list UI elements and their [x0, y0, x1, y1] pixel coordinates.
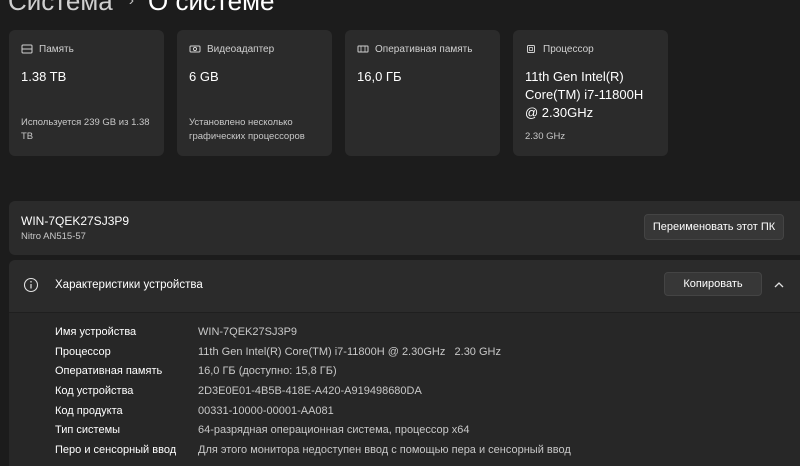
spec-label: Процессор [55, 346, 111, 358]
summary-cards: Память 1.38 TB Используется 239 GB из 1.… [9, 30, 669, 156]
spec-row: Код устройства 2D3E0E01-4B5B-418E-A420-A… [9, 381, 800, 401]
processor-icon [527, 45, 535, 53]
specs-header[interactable]: Характеристики устройства Копировать [9, 260, 800, 313]
rename-pc-button[interactable]: Переименовать этот ПК [644, 214, 784, 240]
storage-card: Память 1.38 TB Используется 239 GB из 1.… [9, 30, 164, 156]
spec-value: WIN-7QEK27SJ3P9 [198, 326, 298, 338]
card-subtext: Используется 239 GB из 1.38 TB [21, 117, 150, 142]
chevron-up-icon[interactable] [772, 278, 786, 292]
card-subtext: Установлено несколько графических процес… [189, 117, 305, 142]
card-value: 11th Gen Intel(R) Core(TM) i7-11800H @ 2… [525, 69, 644, 120]
gpu-card: Видеоадаптер 6 GB Установлено несколько … [177, 30, 332, 156]
info-icon [23, 277, 39, 293]
spec-value: 11th Gen Intel(R) Core(TM) i7-11800H @ 2… [198, 346, 501, 358]
ram-card: Оперативная память 16,0 ГБ [345, 30, 500, 156]
card-subtext: 2.30 GHz [525, 131, 566, 142]
spec-label: Перо и сенсорный ввод [55, 444, 177, 456]
spec-row: Процессор 11th Gen Intel(R) Core(TM) i7-… [9, 342, 800, 362]
spec-value: 16,0 ГБ (доступно: 15,8 ГБ) [198, 365, 337, 377]
card-value: 16,0 ГБ [357, 69, 402, 84]
spec-row: Оперативная память 16,0 ГБ (доступно: 15… [9, 361, 800, 381]
spec-value: Для этого монитора недоступен ввод с пом… [198, 444, 571, 456]
specs-list: Имя устройства WIN-7QEK27SJ3P9 Процессор… [9, 313, 800, 466]
spec-value: 00331-10000-00001-AA081 [198, 405, 334, 417]
processor-card: Процессор 11th Gen Intel(R) Core(TM) i7-… [513, 30, 668, 156]
card-value: 1.38 TB [21, 69, 67, 84]
storage-icon [21, 44, 33, 54]
copy-button[interactable]: Копировать [664, 272, 762, 296]
spec-value: 64-разрядная операционная система, проце… [198, 424, 470, 436]
breadcrumb-separator: › [128, 0, 135, 9]
spec-label: Код устройства [55, 385, 134, 397]
breadcrumb: Система › О системе [0, 0, 274, 16]
spec-row: Тип системы 64-разрядная операционная си… [9, 420, 800, 440]
card-title: Память [39, 43, 74, 55]
ram-icon [357, 45, 369, 53]
spec-label: Имя устройства [55, 326, 137, 338]
pc-name: WIN-7QEK27SJ3P9 [21, 214, 130, 228]
spec-row: Имя устройства WIN-7QEK27SJ3P9 [9, 322, 800, 342]
device-specs-panel: Характеристики устройства Копировать Имя… [9, 260, 800, 466]
pc-model: Nitro AN515-57 [21, 231, 86, 242]
spec-label: Оперативная память [55, 365, 163, 377]
card-title: Процессор [543, 43, 594, 55]
specs-title: Характеристики устройства [55, 279, 203, 291]
spec-label: Код продукта [55, 405, 123, 417]
pc-name-panel: WIN-7QEK27SJ3P9 Nitro AN515-57 Переимено… [9, 201, 800, 255]
spec-row: Код продукта 00331-10000-00001-AA081 [9, 401, 800, 421]
card-value: 6 GB [189, 69, 219, 84]
card-title: Видеоадаптер [207, 43, 275, 55]
spec-value: 2D3E0E01-4B5B-418E-A420-A919498680DA [198, 385, 422, 397]
spec-label: Тип системы [55, 424, 121, 436]
gpu-icon [189, 45, 201, 53]
page-title: О системе [148, 0, 275, 16]
breadcrumb-parent[interactable]: Система [0, 0, 113, 17]
card-title: Оперативная память [375, 43, 473, 55]
spec-row: Перо и сенсорный ввод Для этого монитора… [9, 440, 800, 460]
